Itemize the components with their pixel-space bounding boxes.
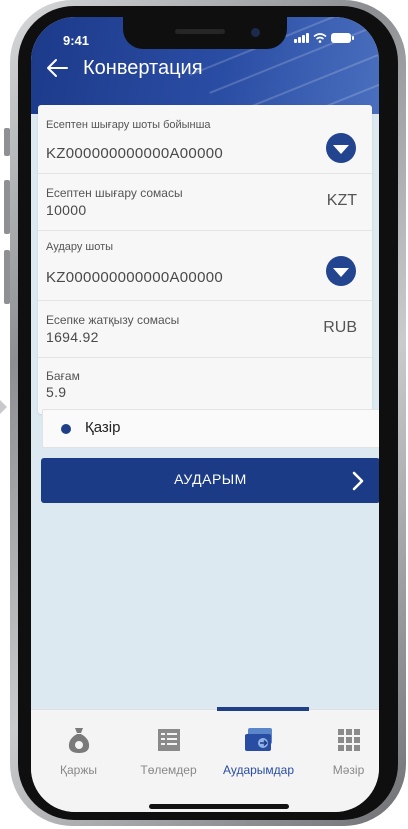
- debit-currency: KZT: [326, 192, 357, 209]
- rate-field: Бағам 5.9: [38, 358, 372, 414]
- credit-amount-value: 1694.92: [46, 329, 99, 345]
- bottom-tab-bar: Қаржы Төлемдер Аударымдар Мәзір: [31, 707, 379, 812]
- from-account-label: Есептен шығару шоты бойынша: [46, 119, 211, 131]
- to-account-label: Аудару шоты: [46, 241, 114, 253]
- conversion-form: Есептен шығару шоты бойынша KZ0000000000…: [38, 105, 372, 414]
- tab-transfers-label: Аударымдар: [222, 763, 295, 777]
- status-icons: [294, 33, 354, 43]
- transfer-button[interactable]: АУДАРЫМ: [41, 458, 379, 503]
- chevron-right-icon: [352, 471, 364, 491]
- chevron-down-icon[interactable]: [326, 256, 356, 286]
- transfer-button-label: АУДАРЫМ: [174, 471, 247, 487]
- status-time: 9:41: [63, 33, 90, 48]
- tab-finance-label: Қаржы: [60, 763, 97, 777]
- now-label: Қазір: [85, 419, 121, 436]
- credit-amount-label: Есепке жатқызу сомасы: [46, 313, 180, 327]
- side-pointer-icon: [0, 400, 7, 414]
- payments-list-icon: [157, 729, 180, 751]
- app-screen: 9:41 Конвертация Есептен шығару шоты бой…: [31, 17, 379, 812]
- transfer-card-icon: [244, 728, 272, 751]
- tab-transfers[interactable]: Аударымдар: [215, 724, 302, 777]
- signal-icon: [294, 33, 309, 43]
- volume-up-button: [4, 180, 10, 234]
- money-bag-icon: [68, 728, 89, 753]
- credit-amount-field[interactable]: Есепке жатқызу сомасы 1694.92 RUB: [38, 301, 372, 358]
- tab-finance[interactable]: Қаржы: [35, 724, 122, 777]
- rate-value: 5.9: [46, 384, 67, 400]
- debit-amount-value: 10000: [46, 202, 87, 218]
- volume-down-button: [4, 250, 10, 304]
- speaker-grille: [175, 29, 225, 34]
- radio-selected-icon[interactable]: [61, 424, 71, 434]
- chevron-down-icon[interactable]: [326, 133, 356, 163]
- rate-label: Бағам: [46, 369, 80, 383]
- debit-amount-label: Есептен шығару сомасы: [46, 186, 183, 200]
- page-title: Конвертация: [83, 57, 203, 79]
- grid-menu-icon: [337, 729, 360, 751]
- wifi-icon: [313, 33, 327, 43]
- tab-payments-label: Төлемдер: [140, 763, 197, 777]
- header: 9:41 Конвертация: [31, 17, 379, 114]
- battery-icon: [331, 33, 354, 43]
- debit-amount-field[interactable]: Есептен шығару сомасы 10000 KZT: [38, 174, 372, 231]
- home-indicator: [149, 804, 289, 809]
- credit-currency: RUB: [323, 319, 357, 336]
- camera-icon: [251, 28, 260, 37]
- to-account-value: KZ000000000000A00000: [46, 269, 223, 286]
- back-arrow-icon[interactable]: [45, 55, 71, 81]
- phone-notch: [123, 17, 287, 49]
- now-radio-option[interactable]: Қазір: [42, 409, 379, 448]
- tab-menu[interactable]: Мәзір: [305, 724, 379, 777]
- tab-payments[interactable]: Төлемдер: [125, 724, 212, 777]
- from-account-select[interactable]: Есептен шығару шоты бойынша KZ0000000000…: [38, 105, 372, 174]
- active-tab-indicator: [217, 707, 309, 711]
- mute-switch: [4, 128, 10, 156]
- to-account-select[interactable]: Аудару шоты KZ000000000000A00000: [38, 231, 372, 301]
- from-account-value: KZ000000000000A00000: [46, 145, 223, 162]
- tab-menu-label: Мәзір: [332, 763, 365, 777]
